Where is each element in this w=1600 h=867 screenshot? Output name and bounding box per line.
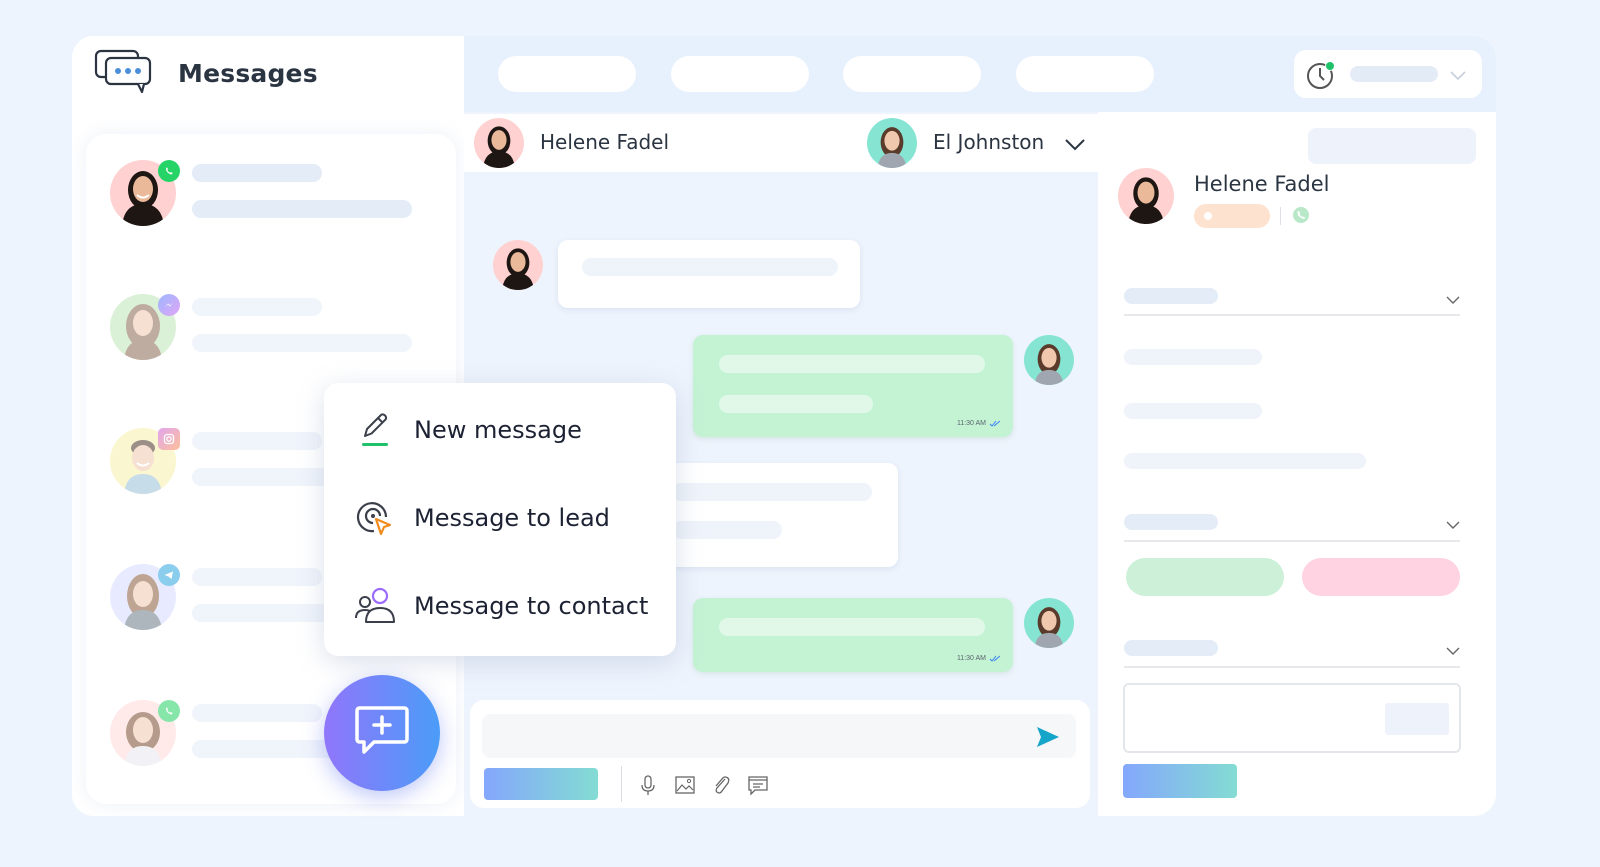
telegram-icon xyxy=(158,564,180,586)
sidebar-header: Messages xyxy=(72,36,464,110)
conversation-preview-placeholder xyxy=(192,334,412,352)
whatsapp-icon xyxy=(158,700,180,722)
microphone-icon[interactable] xyxy=(637,774,659,796)
whatsapp-icon xyxy=(158,160,180,182)
message-input[interactable] xyxy=(482,714,1076,758)
conversation-name-placeholder xyxy=(192,298,322,316)
timestamp-text: 11:30 AM xyxy=(956,420,986,427)
contact-panel: Helene Fadel xyxy=(1098,112,1496,816)
agent-avatar xyxy=(867,118,917,168)
chevron-down-icon[interactable] xyxy=(1446,292,1460,304)
chat-bubbles-icon xyxy=(94,48,154,99)
message-outgoing: 11:30 AM xyxy=(693,335,1013,437)
nav-tab[interactable] xyxy=(498,56,636,92)
contact-name: Helene Fadel xyxy=(540,130,670,154)
status-selector[interactable] xyxy=(1294,50,1482,98)
double-check-icon xyxy=(989,420,1001,427)
messages-app: Messages Helene Fadel El Johnston 11:30 … xyxy=(72,36,1496,816)
message-outgoing: 11:30 AM xyxy=(693,598,1013,672)
conversation-name-placeholder xyxy=(192,432,322,450)
contacts-icon xyxy=(352,583,398,629)
field-placeholder xyxy=(1124,403,1262,419)
message-avatar xyxy=(493,240,543,290)
chevron-down-icon xyxy=(1450,68,1466,86)
double-check-icon xyxy=(989,655,1001,662)
section-divider xyxy=(1124,540,1460,542)
conversation-item[interactable] xyxy=(110,294,440,364)
menu-item-message-to-lead[interactable]: Message to lead xyxy=(352,493,662,543)
section-title-placeholder xyxy=(1124,514,1218,530)
message-text-placeholder xyxy=(582,258,838,276)
paperclip-icon[interactable] xyxy=(710,774,732,796)
chevron-down-icon[interactable] xyxy=(1446,643,1460,655)
whatsapp-icon xyxy=(1292,206,1310,229)
image-icon[interactable] xyxy=(674,774,696,796)
send-icon[interactable] xyxy=(1036,726,1060,753)
agent-name[interactable]: El Johnston xyxy=(933,130,1044,154)
field-placeholder xyxy=(1124,453,1366,469)
tag-chip[interactable] xyxy=(1302,558,1460,596)
panel-action-placeholder[interactable] xyxy=(1308,128,1476,164)
message-text-placeholder xyxy=(672,521,782,539)
status-label-placeholder xyxy=(1350,66,1438,82)
section-title-placeholder xyxy=(1124,640,1218,656)
field-placeholder xyxy=(1124,349,1262,365)
pencil-icon xyxy=(352,407,398,453)
clock-icon xyxy=(1304,58,1338,97)
note-action-placeholder[interactable] xyxy=(1385,703,1449,735)
action-button[interactable] xyxy=(484,768,598,800)
save-note-button[interactable] xyxy=(1123,764,1237,798)
divider xyxy=(621,766,622,802)
nav-tab[interactable] xyxy=(843,56,981,92)
tag-chip[interactable] xyxy=(1126,558,1284,596)
section-divider xyxy=(1124,314,1460,316)
contact-avatar xyxy=(474,118,524,168)
message-text-placeholder xyxy=(719,355,985,373)
new-message-fab[interactable] xyxy=(324,675,440,791)
app-title: Messages xyxy=(178,58,318,88)
status-tag xyxy=(1194,204,1270,228)
message-text-placeholder xyxy=(719,395,873,413)
timestamp-text: 11:30 AM xyxy=(956,655,986,662)
nav-tab[interactable] xyxy=(671,56,809,92)
chevron-down-icon[interactable] xyxy=(1446,517,1460,529)
target-cursor-icon xyxy=(352,495,398,541)
menu-item-new-message[interactable]: New message xyxy=(352,405,662,455)
nav-tab[interactable] xyxy=(1016,56,1154,92)
menu-item-label: Message to contact xyxy=(414,592,649,620)
note-textarea[interactable] xyxy=(1123,683,1461,753)
conversation-preview-placeholder xyxy=(192,200,412,218)
chevron-down-icon[interactable] xyxy=(1065,138,1085,156)
menu-item-message-to-contact[interactable]: Message to contact xyxy=(352,581,662,631)
conversation-name-placeholder xyxy=(192,568,322,586)
top-bar xyxy=(464,36,1496,112)
message-text-placeholder xyxy=(672,483,872,501)
message-incoming xyxy=(558,240,860,308)
new-message-menu: New message Message to lead Message to c… xyxy=(324,383,676,656)
divider xyxy=(1280,207,1281,225)
template-icon[interactable] xyxy=(747,774,769,796)
instagram-icon xyxy=(158,428,180,450)
conversation-name-placeholder xyxy=(192,704,322,722)
chat-plus-icon xyxy=(354,704,410,763)
section-divider xyxy=(1124,666,1460,668)
message-text-placeholder xyxy=(719,618,985,636)
contact-name: Helene Fadel xyxy=(1194,172,1330,196)
conversation-item[interactable] xyxy=(110,160,440,230)
menu-item-label: Message to lead xyxy=(414,504,610,532)
message-timestamp: 11:30 AM xyxy=(957,655,1001,662)
menu-item-label: New message xyxy=(414,416,582,444)
message-avatar xyxy=(1024,335,1074,385)
tag-dot xyxy=(1204,212,1212,220)
message-timestamp: 11:30 AM xyxy=(957,420,1001,427)
messenger-icon xyxy=(158,294,180,316)
section-title-placeholder xyxy=(1124,288,1218,304)
chat-header: Helene Fadel El Johnston xyxy=(464,114,1098,172)
message-composer xyxy=(470,700,1090,808)
contact-avatar xyxy=(1118,168,1174,224)
conversation-name-placeholder xyxy=(192,164,322,182)
message-avatar xyxy=(1024,598,1074,648)
